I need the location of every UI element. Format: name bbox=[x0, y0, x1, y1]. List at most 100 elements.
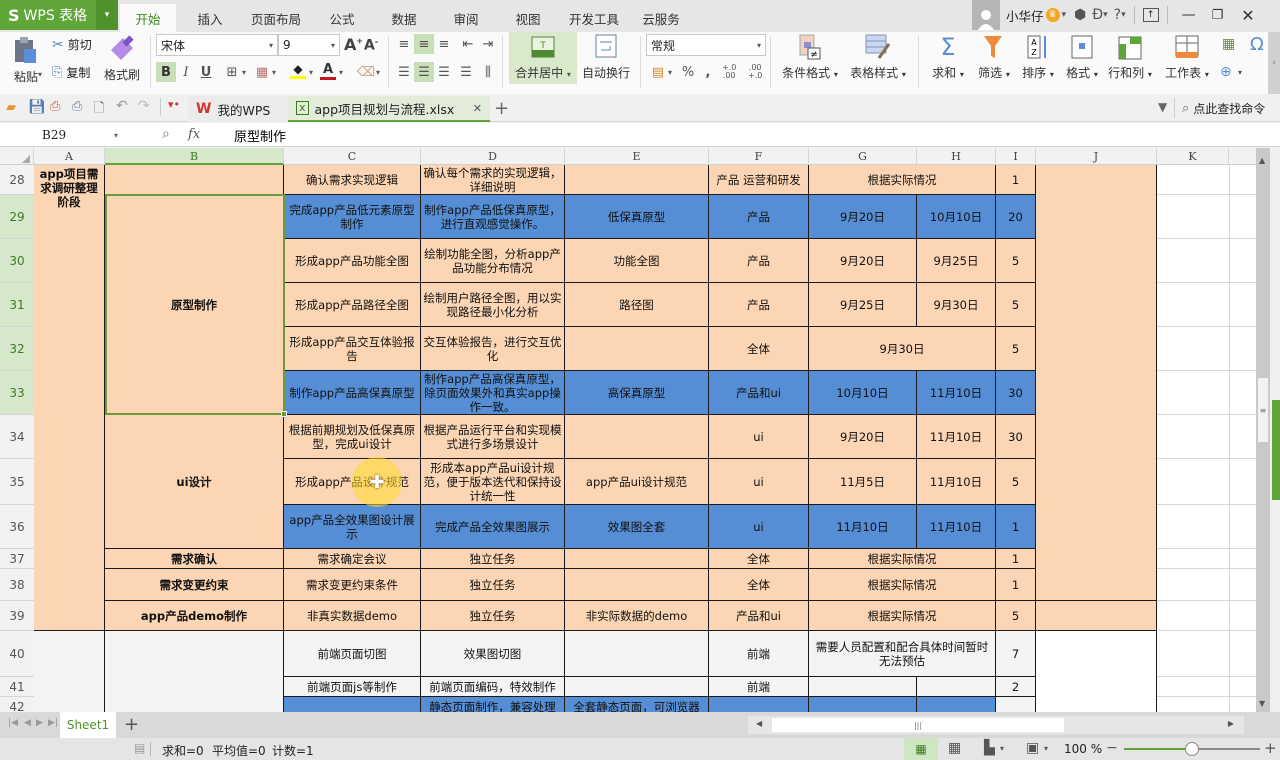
column-header-L[interactable] bbox=[1229, 148, 1256, 165]
side-panel-toggle[interactable] bbox=[1272, 400, 1280, 500]
days-cell[interactable]: 5 bbox=[996, 283, 1036, 327]
deliverable-cell[interactable] bbox=[565, 631, 709, 677]
user-dropdown-icon[interactable]: ▾ bbox=[1062, 10, 1067, 20]
task-cell[interactable]: 形成app产品交互体验报告 bbox=[284, 327, 421, 371]
description-cell[interactable]: 静态页面制作，兼容处理 bbox=[421, 697, 565, 712]
currency-dropdown-icon[interactable]: ▾ bbox=[668, 68, 672, 77]
increase-decimal-icon[interactable]: +.0.00 bbox=[722, 64, 736, 80]
row-header[interactable]: 35 bbox=[0, 459, 34, 505]
deliverable-cell[interactable]: 功能全图 bbox=[565, 239, 709, 283]
vertical-scroll-thumb[interactable]: ≡ bbox=[1258, 378, 1268, 442]
days-cell[interactable]: 1 bbox=[996, 505, 1036, 549]
tab-formulas[interactable]: 公式 bbox=[320, 4, 364, 32]
app-menu-dropdown-icon[interactable]: ▾ bbox=[96, 0, 118, 30]
owner-cell[interactable]: 产品 bbox=[709, 239, 809, 283]
row-header[interactable]: 33 bbox=[0, 371, 34, 415]
cell-style-dropdown-icon[interactable]: ▾ bbox=[272, 68, 276, 77]
page-layout-dropdown-icon[interactable]: ▾ bbox=[1000, 744, 1004, 753]
days-cell[interactable]: 7 bbox=[996, 631, 1036, 677]
merged-cell-change[interactable]: 需求变更约束 bbox=[105, 569, 284, 601]
column-header-G[interactable]: G bbox=[809, 148, 917, 165]
underline-button[interactable]: U bbox=[196, 62, 216, 82]
deliverable-cell[interactable] bbox=[565, 569, 709, 601]
description-cell[interactable]: 独立任务 bbox=[421, 601, 565, 631]
task-cell[interactable]: 根据前期规划及低保真原型，完成ui设计 bbox=[284, 415, 421, 459]
task-cell[interactable] bbox=[284, 697, 421, 712]
find-dropdown-icon[interactable]: ▾ bbox=[1238, 68, 1242, 77]
days-cell[interactable]: 20 bbox=[996, 195, 1036, 239]
page-break-view-icon[interactable]: ▦ bbox=[948, 740, 961, 756]
description-cell[interactable]: 独立任务 bbox=[421, 569, 565, 601]
days-cell[interactable]: 5 bbox=[996, 459, 1036, 505]
zoom-in-button[interactable]: + bbox=[1264, 739, 1277, 757]
task-cell[interactable]: 形成app产品路径全图 bbox=[284, 283, 421, 327]
help-dropdown-icon[interactable]: ▾ bbox=[1121, 10, 1126, 20]
align-bottom-icon[interactable]: ≡ bbox=[434, 34, 454, 54]
owner-cell[interactable]: ui bbox=[709, 505, 809, 549]
task-cell[interactable]: 完成app产品低元素原型制作 bbox=[284, 195, 421, 239]
end-date-cell[interactable]: 11月10日 bbox=[917, 505, 996, 549]
first-sheet-icon[interactable]: |◀ bbox=[8, 718, 18, 728]
zoom-level[interactable]: 100 % bbox=[1064, 742, 1102, 756]
skin-icon[interactable]: ⬢ bbox=[1074, 7, 1086, 23]
row-header[interactable]: 40 bbox=[0, 631, 34, 677]
owner-cell[interactable] bbox=[709, 697, 809, 712]
cell-style-icon[interactable]: ▦ bbox=[252, 62, 272, 82]
owner-cell[interactable]: 产品和ui bbox=[709, 601, 809, 631]
merged-cell-phase[interactable]: app项目需求调研整理阶段 bbox=[34, 165, 105, 631]
owner-cell[interactable]: 前端 bbox=[709, 631, 809, 677]
export-pdf-icon[interactable]: ⎙ bbox=[50, 99, 60, 114]
row-header[interactable]: 32 bbox=[0, 327, 34, 371]
date-range-cell[interactable]: 根据实际情况 bbox=[809, 569, 996, 601]
fill-color-dropdown-icon[interactable]: ▾ bbox=[309, 68, 313, 77]
start-date-cell[interactable]: 9月20日 bbox=[809, 415, 917, 459]
spreadsheet-grid[interactable]: 28 29 30 31 32 33 34 35 36 37 38 39 40 41 42 app项目需求调研… bbox=[0, 165, 1256, 712]
date-range-cell[interactable]: 9月30日 bbox=[809, 327, 996, 371]
add-sheet-button[interactable]: + bbox=[124, 714, 139, 735]
share-dropdown-icon[interactable]: ▾ bbox=[1103, 10, 1108, 20]
formula-input[interactable] bbox=[226, 124, 1276, 146]
app-menu-button[interactable]: S WPS 表格 ▾ bbox=[0, 0, 118, 30]
owner-cell[interactable]: ui bbox=[709, 459, 809, 505]
deliverable-cell[interactable]: 高保真原型 bbox=[565, 371, 709, 415]
distributed-icon[interactable]: ⫼ bbox=[478, 62, 498, 82]
user-name[interactable]: 小华仔 bbox=[1006, 6, 1044, 25]
description-cell[interactable]: 效果图切图 bbox=[421, 631, 565, 677]
remarks-cell[interactable] bbox=[1036, 631, 1157, 712]
start-date-cell[interactable]: 11月10日 bbox=[809, 505, 917, 549]
owner-cell[interactable]: 产品 bbox=[709, 283, 809, 327]
owner-cell[interactable]: 产品 bbox=[709, 195, 809, 239]
print-preview-icon[interactable]: 🗋︎ bbox=[94, 99, 104, 121]
collapse-ribbon-icon[interactable]: ▼ bbox=[1158, 100, 1167, 114]
print-icon[interactable]: ⎙ bbox=[72, 99, 82, 114]
conditional-format-button[interactable]: ≠ 条件格式 ▾ bbox=[778, 34, 842, 81]
cut-button[interactable]: ✂ 剪切 bbox=[52, 36, 92, 53]
row-header[interactable]: 41 bbox=[0, 677, 34, 697]
description-cell[interactable]: 确认每个需求的实现逻辑，详细说明 bbox=[421, 165, 565, 195]
end-date-cell[interactable]: 11月10日 bbox=[917, 371, 996, 415]
task-cell[interactable]: 前端页面js等制作 bbox=[284, 677, 421, 697]
format-painter-button[interactable]: 格式刷 bbox=[102, 34, 142, 83]
bold-button[interactable]: B bbox=[156, 62, 176, 82]
doc-tab-active-file[interactable]: x app项目规划与流程.xlsx ✕ bbox=[288, 96, 490, 122]
prev-sheet-icon[interactable]: ◀ bbox=[24, 718, 31, 728]
task-cell[interactable]: 非真实数据demo bbox=[284, 601, 421, 631]
select-all-corner[interactable] bbox=[0, 148, 34, 165]
last-sheet-icon[interactable]: ▶| bbox=[48, 718, 58, 728]
decrease-decimal-icon[interactable]: .00 +.0 bbox=[748, 64, 762, 80]
days-cell[interactable]: 1 bbox=[996, 549, 1036, 569]
column-header-B[interactable]: B bbox=[105, 148, 284, 165]
end-date-cell[interactable] bbox=[917, 697, 996, 712]
filter-button[interactable]: 筛选 ▾ bbox=[972, 34, 1016, 81]
sort-button[interactable]: AZ 排序 ▾ bbox=[1016, 34, 1060, 81]
tab-review[interactable]: 审阅 bbox=[444, 4, 488, 32]
clear-format-icon[interactable]: ⌫ bbox=[356, 62, 376, 82]
days-cell[interactable]: 2 bbox=[996, 677, 1036, 697]
deliverable-cell[interactable]: 效果图全套 bbox=[565, 505, 709, 549]
start-date-cell[interactable]: 9月20日 bbox=[809, 195, 917, 239]
days-cell[interactable]: 5 bbox=[996, 327, 1036, 371]
restore-icon[interactable]: ❐ bbox=[1212, 8, 1224, 23]
vertical-scrollbar[interactable]: ▲ ≡ ▼ bbox=[1256, 148, 1270, 712]
scroll-left-icon[interactable]: ◀ bbox=[756, 719, 762, 728]
save-icon[interactable]: 💾︎ bbox=[28, 99, 46, 115]
